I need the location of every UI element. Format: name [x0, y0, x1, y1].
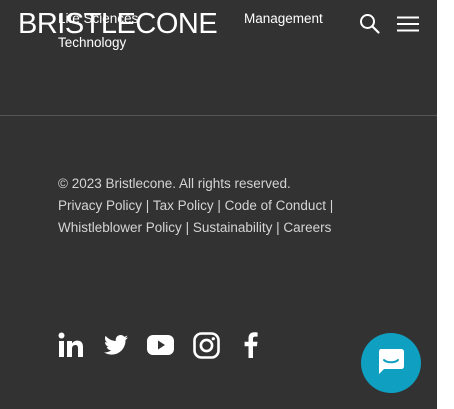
copyright-text: © 2023 Bristlecone. All rights reserved.: [58, 176, 291, 191]
youtube-icon[interactable]: [147, 330, 174, 360]
whistleblower-policy-link[interactable]: Whistleblower Policy: [58, 220, 182, 235]
search-icon[interactable]: [359, 13, 381, 40]
linkedin-icon[interactable]: [58, 330, 84, 360]
scrollbar[interactable]: [437, 0, 454, 409]
facebook-icon[interactable]: [243, 330, 259, 360]
instagram-icon[interactable]: [193, 330, 220, 360]
code-of-conduct-link[interactable]: Code of Conduct: [225, 198, 326, 213]
tax-policy-link[interactable]: Tax Policy: [153, 198, 214, 213]
menu-hamburger-icon[interactable]: [397, 15, 419, 38]
privacy-policy-link[interactable]: Privacy Policy: [58, 198, 142, 213]
link-separator: |: [185, 220, 193, 235]
footer-links-row-1: Privacy Policy | Tax Policy | Code of Co…: [58, 195, 398, 217]
footer-links-row-2: Whistleblower Policy | Sustainability | …: [58, 217, 398, 239]
footer-text: © 2023 Bristlecone. All rights reserved.…: [58, 173, 398, 239]
link-separator: |: [329, 198, 334, 213]
sustainability-link[interactable]: Sustainability: [193, 220, 273, 235]
twitter-icon[interactable]: [104, 330, 128, 360]
careers-link[interactable]: Careers: [283, 220, 331, 235]
link-separator: |: [217, 198, 225, 213]
link-separator: |: [145, 198, 153, 213]
chat-bubble-icon: [376, 346, 406, 381]
footer-divider: [0, 115, 437, 116]
chat-widget-button[interactable]: [361, 333, 421, 393]
menu-item-management[interactable]: Management: [244, 7, 323, 31]
bristlecone-logo[interactable]: BRISTLECONE: [18, 8, 218, 40]
